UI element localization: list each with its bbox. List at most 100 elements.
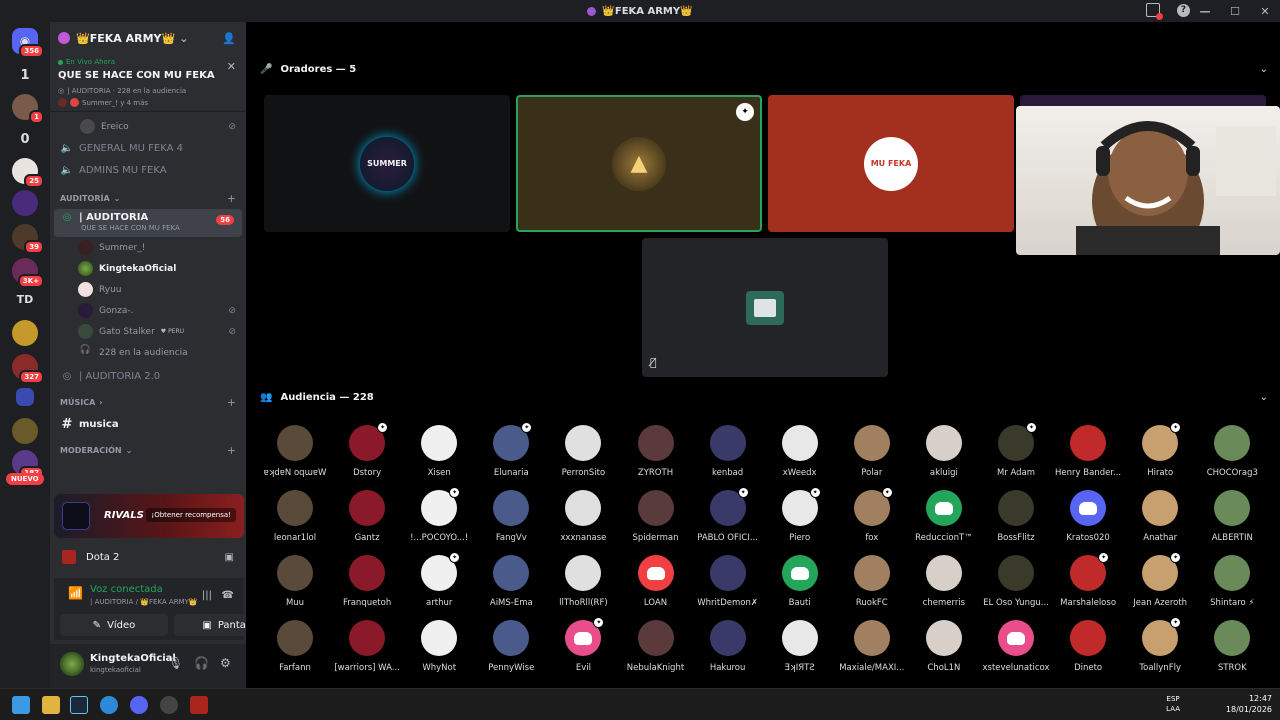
audience-member[interactable]: ✦ Mr Adam	[981, 422, 1051, 487]
audience-member[interactable]: ✦ Piero	[765, 487, 835, 552]
audience-member[interactable]: ✦ Marshaleloso	[1053, 552, 1123, 617]
audience-member[interactable]: [warriors] WA...	[332, 620, 402, 682]
audience-member[interactable]: xstevelunaticox	[981, 620, 1051, 682]
noise-suppression-icon[interactable]: |||	[202, 590, 212, 601]
audience-member[interactable]: Franquetoh	[332, 555, 402, 617]
channel-admins[interactable]: 🔈 ADMINS MU FEKA	[50, 159, 246, 181]
audience-member[interactable]: ChoL1N	[909, 620, 979, 682]
audience-member[interactable]: ✦ fox	[837, 487, 907, 552]
add-member-icon[interactable]: 👤	[222, 32, 236, 45]
category-auditoria[interactable]: AUDITORÍA ⌄ +	[50, 187, 246, 209]
webcam-feed[interactable]	[1016, 106, 1280, 255]
audience-member[interactable]: STROK	[1197, 620, 1267, 682]
category-musica[interactable]: MÚSICA › +	[50, 391, 246, 413]
audience-member[interactable]: ✦ Elunaria	[476, 422, 546, 487]
server-item-td[interactable]: TD	[12, 286, 38, 312]
audience-member[interactable]: xxxnanase	[548, 490, 618, 552]
audience-member[interactable]: ✦ Dstory	[332, 422, 402, 487]
audience-member[interactable]: RuokFC	[837, 555, 907, 617]
audience-member[interactable]: LOAN	[621, 555, 691, 617]
add-channel-icon[interactable]: +	[227, 444, 236, 457]
live-stage-banner[interactable]: En Vivo Ahora QUE SE HACE CON MU FEKA ◎ …	[50, 54, 246, 112]
server-item-avatar[interactable]: 39	[12, 224, 44, 254]
audience-member[interactable]: CHOCOrag3	[1197, 425, 1267, 487]
activity-row[interactable]: Dota 2 ▣	[54, 544, 244, 570]
audience-member[interactable]: WhyNot	[404, 620, 474, 682]
speaker-tile[interactable]: 🎙̸	[642, 238, 888, 377]
dota-taskbar-icon[interactable]	[190, 696, 208, 714]
server-item-avatar[interactable]: 327	[12, 354, 44, 384]
audience-member[interactable]: ✦ Jean Azeroth	[1125, 552, 1195, 617]
audience-member[interactable]: Muu	[260, 555, 330, 617]
audience-member[interactable]: ✦ !...POCOYO...!	[404, 487, 474, 552]
add-channel-icon[interactable]: +	[227, 396, 236, 409]
audience-member[interactable]: Xisen	[404, 425, 474, 487]
audience-member[interactable]: ƎʞIЯTƧ	[765, 620, 835, 682]
gear-icon[interactable]: ⚙	[220, 656, 231, 670]
audience-member[interactable]: ɐʞdɐN oqɯɐW	[260, 425, 330, 487]
audience-member[interactable]: Maxiale/MAXI...	[837, 620, 907, 682]
server-item-avatar[interactable]: 3K+	[12, 258, 44, 288]
voice-user[interactable]: Gato Stalker ♥ PERU ⊘	[50, 321, 246, 342]
audience-member[interactable]: ZYROTH	[621, 425, 691, 487]
app-icon[interactable]	[160, 696, 178, 714]
promo-banner[interactable]: RIVALS ¡Obtener recompensa!	[54, 494, 244, 538]
server-item-1[interactable]: 1	[12, 62, 38, 88]
audience-member[interactable]: akluigi	[909, 425, 979, 487]
user-name[interactable]: KingtekaOficial	[90, 653, 176, 664]
stream-game-icon[interactable]: ▣	[225, 552, 234, 563]
voice-user[interactable]: Ryuu	[50, 279, 246, 300]
audience-member[interactable]: ✦ Evil	[548, 617, 618, 682]
audience-member[interactable]: ✦ Hirato	[1125, 422, 1195, 487]
avatar[interactable]	[60, 652, 84, 676]
speaker-tile-active[interactable]: ▲ ✦	[516, 95, 762, 232]
audience-member[interactable]: PennyWise	[476, 620, 546, 682]
speaker-tile[interactable]: MU FEKA	[768, 95, 1014, 232]
channel-auditoria[interactable]: ◎ | AUDITORIA QUE SE HACE CON MU FEKA 56	[54, 209, 242, 237]
guild-header[interactable]: 👑FEKA ARMY👑 ⌄ 👤	[50, 22, 246, 54]
file-explorer-icon[interactable]	[42, 696, 60, 714]
audience-member[interactable]: Kratos020	[1053, 490, 1123, 552]
audience-member[interactable]: Hakurou	[693, 620, 763, 682]
audience-member[interactable]: chemerris	[909, 555, 979, 617]
language-indicator[interactable]: ESP LAA	[1166, 694, 1180, 714]
voice-user[interactable]: Gonza-. ⊘	[50, 300, 246, 321]
disconnect-icon[interactable]: ☎	[222, 590, 234, 601]
voice-user[interactable]: Ereico ⊘	[50, 116, 246, 137]
edge-icon[interactable]	[100, 696, 118, 714]
voice-status[interactable]: Voz conectada	[90, 584, 163, 595]
audience-count[interactable]: 🎧 228 en la audiencia	[50, 342, 246, 363]
server-item-avatar[interactable]: 1	[12, 94, 44, 124]
audience-member[interactable]: NebulaKnight	[621, 620, 691, 682]
audience-member[interactable]: ✦ PABLO OFICI...	[693, 487, 763, 552]
microphone-icon[interactable]: 🎙	[168, 656, 183, 670]
channel-musica[interactable]: # musica	[50, 413, 246, 435]
audience-member[interactable]: leonar1lol	[260, 490, 330, 552]
voice-channel-path[interactable]: | AUDITORIA / 👑FEKA ARMY👑	[90, 598, 198, 606]
server-item-avatar[interactable]	[12, 190, 38, 216]
chevron-down-icon[interactable]: ⌄	[1260, 64, 1268, 75]
audience-member[interactable]: xWeedx	[765, 425, 835, 487]
windows-start-icon[interactable]	[12, 696, 30, 714]
audience-member[interactable]: Shintaro ⚡	[1197, 555, 1267, 617]
add-channel-icon[interactable]: +	[227, 192, 236, 205]
audience-member[interactable]: kenbad	[693, 425, 763, 487]
audience-member[interactable]: AiMS-Ema	[476, 555, 546, 617]
direct-messages-button[interactable]: ◉ 356	[12, 28, 44, 58]
channel-auditoria2[interactable]: ◎ | AUDITORIA 2.0	[50, 365, 246, 387]
maximize-button[interactable]: ☐	[1220, 0, 1250, 22]
chevron-down-icon[interactable]: ⌄	[1260, 392, 1268, 403]
help-icon[interactable]: ?	[1177, 4, 1190, 17]
audience-member[interactable]: llThoRll(RF)	[548, 555, 618, 617]
server-item-avatar[interactable]	[12, 320, 38, 346]
discord-taskbar-icon[interactable]	[130, 696, 148, 714]
audience-member[interactable]: EL Oso Yungu...	[981, 555, 1051, 617]
audience-member[interactable]: Farfann	[260, 620, 330, 682]
audience-member[interactable]: Bauti	[765, 555, 835, 617]
audience-member[interactable]: ALBERTIN	[1197, 490, 1267, 552]
clock[interactable]: 12:47 18/01/2026	[1226, 693, 1272, 715]
close-button[interactable]: ✕	[1250, 0, 1280, 22]
minimize-button[interactable]: —	[1190, 0, 1220, 22]
audience-member[interactable]: FangVv	[476, 490, 546, 552]
category-moderacion[interactable]: MODERACIÓN ⌄ +	[50, 439, 246, 461]
